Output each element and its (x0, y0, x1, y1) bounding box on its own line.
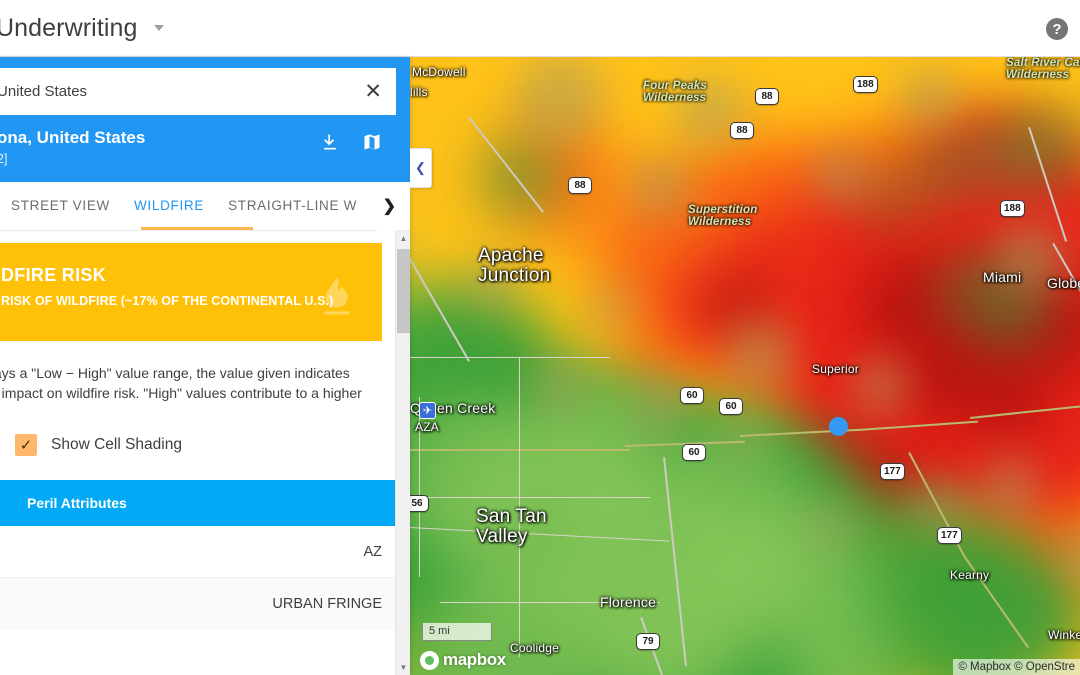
highway-shield: 188 (1000, 200, 1025, 217)
page-title: Underwriting (0, 13, 138, 42)
location-detail-panel: ✕ ona, United States 2] (0, 57, 410, 675)
tabs-next-button[interactable]: ❯ (376, 181, 396, 231)
attribute-value: AZ (363, 543, 382, 560)
app-root: Underwriting ? 88 88 88 188 188 60 60 60 56 79 177… (0, 0, 1080, 675)
chevron-down-icon[interactable] (153, 25, 164, 31)
scrollbar-thumb[interactable] (397, 248, 410, 333)
scroll-up-icon[interactable]: ▲ (396, 231, 410, 246)
panel-header: ✕ ona, United States 2] (0, 57, 410, 182)
tab-wildfire[interactable]: WILDFIRE (122, 181, 216, 230)
map-label: McDowell (412, 65, 466, 79)
location-name: ona, United States (0, 128, 146, 147)
wildfire-risk-banner: DFIRE RISK RISK OF WILDFIRE (~17% OF THE… (0, 242, 382, 341)
mapbox-logo[interactable]: mapbox (420, 650, 506, 670)
table-row[interactable]: AZ (0, 526, 396, 579)
map-label: San Tan Valley (476, 506, 547, 548)
highway-shield: 88 (730, 122, 754, 139)
panel-scrollbar[interactable]: ▲ ▼ (395, 230, 410, 675)
risk-subtitle: RISK OF WILDFIRE (~17% OF THE CONTINENTA… (1, 293, 334, 308)
map-label: Coolidge (510, 641, 559, 655)
map-canvas[interactable]: 88 88 88 188 188 60 60 60 56 79 177 177 McDowell lil… (410, 57, 1080, 675)
map-risk-layer (410, 57, 1080, 675)
show-cell-shading-row[interactable]: ✓ Show Cell Shading (15, 434, 382, 457)
risk-title: DFIRE RISK (1, 264, 107, 285)
map-attribution[interactable]: © Mapbox © OpenStre (953, 659, 1080, 675)
highway-shield: 88 (568, 177, 592, 194)
location-summary: ona, United States 2] (0, 115, 396, 182)
download-icon[interactable] (320, 132, 340, 152)
map-icon[interactable] (362, 132, 382, 152)
attribute-value: URBAN FRINGE (272, 596, 382, 613)
map-label: Florence (600, 594, 657, 610)
map-label: Salt River Can Wilderness (1006, 57, 1080, 82)
map-label: lills (410, 85, 428, 99)
highway-shield: 79 (636, 633, 660, 650)
map-label: AZA (415, 420, 439, 434)
scale-bar: 5 mi (422, 623, 492, 641)
peril-tabs: STREET VIEW WILDFIRE STRAIGHT-LINE W ❯ (0, 181, 410, 231)
scroll-down-icon[interactable]: ▼ (396, 660, 410, 675)
map-label: Superior (812, 362, 859, 376)
highway-shield: 177 (937, 527, 962, 544)
highway-shield: 60 (719, 398, 743, 415)
search-input[interactable] (0, 83, 363, 100)
tab-street-view[interactable]: STREET VIEW (0, 181, 122, 230)
top-bar: Underwriting ? (0, 0, 1080, 57)
map-label: Superstition Wilderness (688, 204, 758, 229)
risk-description: plays a "Low − High" value range, the va… (0, 364, 362, 402)
fire-icon (324, 276, 350, 315)
map-label: Four Peaks Wilderness (643, 80, 707, 105)
show-cell-shading-label: Show Cell Shading (51, 436, 182, 454)
peril-attributes-header: Peril Attributes (0, 480, 396, 527)
panel-scroll-content: DFIRE RISK RISK OF WILDFIRE (~17% OF THE… (0, 231, 396, 675)
map-label: Miami (983, 269, 1022, 285)
collapse-panel-button[interactable]: ❮ (410, 148, 432, 188)
map-label: Winkel (1048, 628, 1080, 642)
location-coordinates: 2] (0, 151, 8, 166)
highway-shield: 60 (682, 444, 706, 461)
map-label: Apache Junction (478, 245, 551, 287)
highway-shield: 177 (880, 463, 905, 480)
highway-shield: 188 (853, 76, 878, 93)
location-marker[interactable] (829, 417, 848, 436)
map-label: Kearny (950, 568, 990, 582)
map-label: Globe (1047, 275, 1080, 291)
highway-shield: 56 (410, 495, 429, 512)
highway-shield: 60 (680, 387, 704, 404)
panel-body: DFIRE RISK RISK OF WILDFIRE (~17% OF THE… (0, 230, 410, 675)
close-icon[interactable]: ✕ (362, 81, 384, 102)
tab-straight-line-wind[interactable]: STRAIGHT-LINE W (216, 181, 369, 230)
mapbox-logo-text: mapbox (443, 650, 506, 669)
help-icon[interactable]: ? (1046, 18, 1068, 40)
table-row[interactable]: URBAN FRINGE (0, 578, 396, 631)
mapbox-dot-icon (420, 650, 439, 670)
show-cell-shading-checkbox[interactable]: ✓ (15, 434, 37, 457)
search-box[interactable]: ✕ (0, 68, 396, 115)
airport-icon: ✈ (419, 402, 436, 419)
highway-shield: 88 (755, 88, 779, 105)
